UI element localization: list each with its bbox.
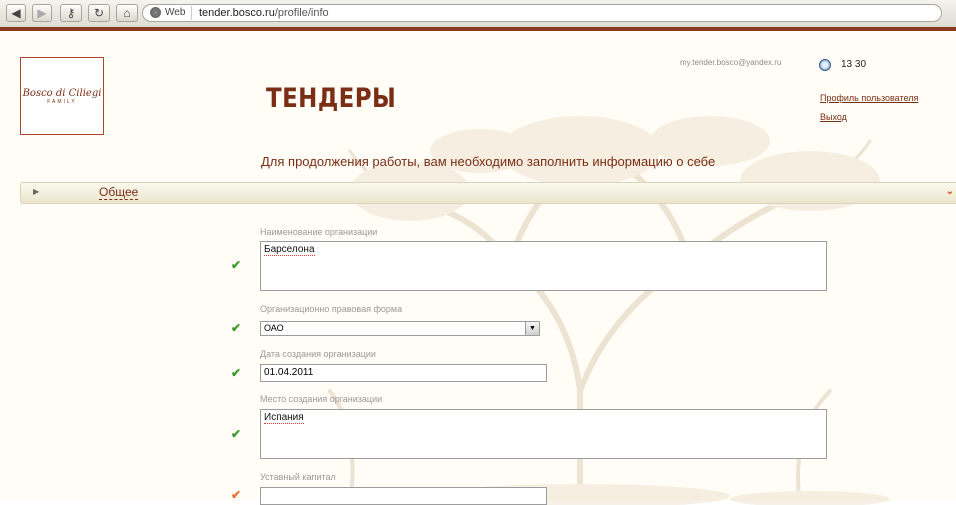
legal-form-select[interactable]: ОАО ▼	[260, 321, 540, 336]
created-place-textarea[interactable]: Испания	[260, 409, 827, 459]
capital-label: Уставный капитал	[260, 472, 336, 482]
page-title: ТЕНДЕРЫ	[266, 83, 397, 114]
section-general-header[interactable]: ▶ Общее ⌄	[20, 182, 956, 204]
valid-check-icon: ✔	[231, 427, 242, 441]
clock-icon	[819, 59, 831, 71]
url-text[interactable]: tender.bosco.ru/profile/info	[199, 5, 329, 21]
capital-input[interactable]	[260, 487, 547, 505]
key-icon[interactable]: ⚷	[60, 4, 82, 22]
brand-logo[interactable]: Bosco di Ciliegi FAMILY	[20, 57, 104, 135]
profile-link[interactable]: Профиль пользователя	[820, 93, 918, 103]
expand-arrow-icon: ▶	[33, 187, 40, 196]
valid-check-icon: ✔	[231, 321, 242, 335]
created-date-label: Дата создания организации	[260, 349, 376, 359]
back-icon[interactable]: ◀	[6, 4, 26, 22]
org-name-label: Наименование организации	[260, 227, 378, 237]
current-time: 13 30	[841, 59, 867, 70]
created-place-label: Место создания организации	[260, 394, 383, 404]
reload-icon[interactable]: ↻	[88, 4, 110, 22]
valid-check-icon: ✔	[231, 258, 242, 272]
dropdown-arrow-icon[interactable]: ▼	[525, 322, 539, 335]
valid-check-icon: ✔	[231, 366, 242, 380]
created-date-input[interactable]: 01.04.2011	[260, 364, 547, 382]
logout-link[interactable]: Выход	[820, 112, 847, 122]
invalid-check-icon: ✔	[231, 488, 242, 502]
chevron-down-icon[interactable]: ⌄	[946, 186, 954, 197]
logo-wordmark: Bosco di Ciliegi	[22, 88, 102, 99]
browser-toolbar: ◀ ▶ ⚷ ↻ ⌂ Web tender.bosco.ru/profile/in…	[0, 0, 956, 28]
address-bar[interactable]: Web tender.bosco.ru/profile/info	[142, 4, 942, 22]
logo-subtitle: FAMILY	[47, 99, 77, 105]
page: Bosco di Ciliegi FAMILY ТЕНДЕРЫ my.tende…	[0, 27, 956, 505]
org-name-textarea[interactable]: Барселона	[260, 241, 827, 291]
home-icon[interactable]: ⌂	[116, 4, 138, 22]
section-title[interactable]: Общее	[99, 186, 139, 200]
globe-icon	[150, 7, 161, 18]
site-info[interactable]: Web	[147, 6, 193, 20]
legal-form-label: Организационно правовая форма	[260, 304, 403, 314]
user-email: my.tender.bosco@yandex.ru	[680, 58, 782, 67]
forward-icon[interactable]: ▶	[32, 4, 52, 22]
info-notice: Для продолжения работы, вам необходимо з…	[261, 154, 716, 169]
